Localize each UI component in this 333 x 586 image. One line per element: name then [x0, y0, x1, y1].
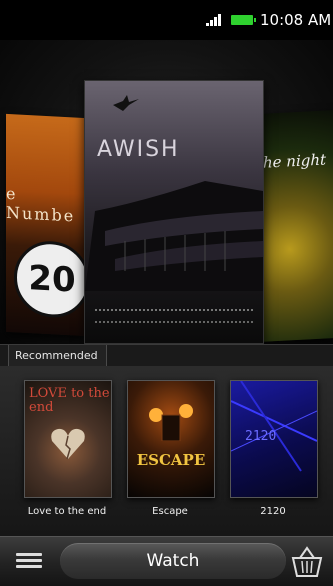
poster-title: 2120 [245, 429, 277, 444]
carousel-poster-left[interactable]: e Numbe 20 [6, 113, 90, 337]
poster-title: LOVE to the end [29, 386, 110, 415]
status-time: 10:08 AM [260, 11, 332, 29]
recommended-item-poster[interactable]: LOVE to the end [24, 380, 112, 498]
poster-number: 20 [14, 239, 90, 320]
battery-icon [231, 15, 256, 25]
bottom-toolbar: Watch [0, 536, 333, 586]
carousel-poster-right[interactable]: he night [261, 110, 333, 342]
bird-icon [113, 95, 139, 111]
recommended-tab[interactable]: Recommended [8, 345, 107, 368]
menu-icon[interactable] [14, 550, 44, 572]
poster-title: e Numbe [6, 183, 76, 226]
carousel-poster-center[interactable]: AWISH [84, 80, 264, 344]
movie-carousel[interactable]: e Numbe 20 he night AWISH [0, 40, 333, 348]
watch-tab-button[interactable]: Watch [60, 543, 286, 579]
status-bar: 10:08 AM [0, 0, 333, 40]
watch-label: Watch [146, 551, 200, 571]
poster-title: he night [263, 150, 327, 172]
recommended-item-poster[interactable]: 2120 [230, 380, 318, 498]
recommended-item-poster[interactable]: ESCAPE [127, 380, 215, 498]
heart-icon [51, 428, 85, 460]
poster-credits [95, 309, 253, 323]
temple-roof-graphic [85, 181, 263, 291]
recommended-tray: LOVE to the end ESCAPE 2120 Love to the … [0, 366, 333, 536]
recommended-item-title[interactable]: Escape [120, 506, 220, 517]
recommended-item-title[interactable]: 2120 [223, 506, 323, 517]
recommended-header: Recommended [0, 344, 333, 368]
recommended-item-title[interactable]: Love to the end [17, 506, 117, 517]
torch-lights-graphic [149, 404, 193, 441]
signal-strength-icon [206, 14, 221, 26]
poster-title: AWISH [97, 137, 180, 162]
poster-title: ESCAPE [136, 451, 206, 469]
shopping-basket-icon[interactable] [290, 546, 324, 578]
